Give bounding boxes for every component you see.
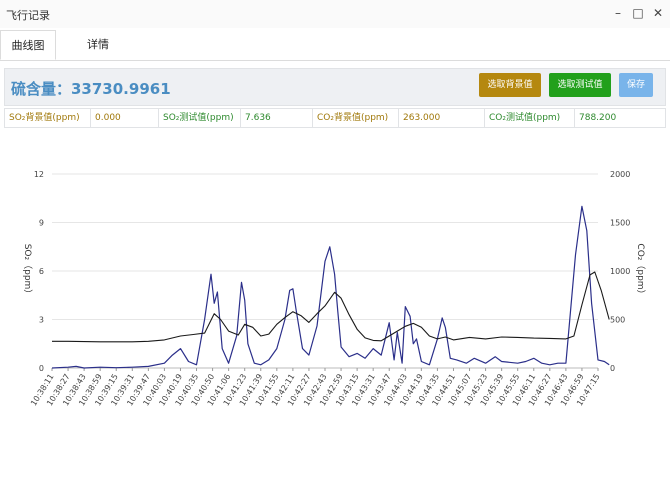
right-tick-label: 0 [610,364,615,373]
right-axis-label: CO₂（ppm） [635,243,646,298]
left-tick-label: 6 [39,267,44,276]
co2-background-value: 263.000 [399,109,485,127]
tab-chart[interactable]: 曲线图 [0,30,56,60]
left-tick-label: 0 [39,364,44,373]
tab-bar: 曲线图 详情 [0,30,670,61]
window-controls: – □ ✕ [610,5,666,21]
so2-series-line [51,205,610,369]
title-bar: 飞行记录 – □ ✕ [0,0,670,28]
left-tick-label: 3 [39,316,44,325]
right-tick-label: 1500 [610,219,630,228]
save-button[interactable]: 保存 [619,73,653,97]
select-test-button[interactable]: 选取测试值 [549,73,611,97]
so2-background-value: 0.000 [91,109,159,127]
co2-test-label: CO₂测试值(ppm) [485,109,575,127]
tab-details[interactable]: 详情 [78,30,118,60]
select-background-button[interactable]: 选取背景值 [479,73,541,97]
co2-background-label: CO₂背景值(ppm) [313,109,399,127]
right-tick-label: 2000 [610,170,630,179]
summary-panel: 硫含量：33730.9961 选取背景值 选取测试值 保存 [4,68,666,106]
right-tick-label: 1000 [610,267,630,276]
so2-test-label: SO₂测试值(ppm) [159,109,241,127]
left-axis-label: SO₂（ppm） [22,244,33,299]
sulfur-content-label: 硫含量：33730.9961 [11,80,171,98]
minimize-icon[interactable]: – [610,5,626,21]
so2-test-value: 7.636 [241,109,313,127]
co2-series-line [52,271,610,343]
so2-background-label: SO₂背景值(ppm) [5,109,91,127]
readings-table: SO₂背景值(ppm) 0.000 SO₂测试值(ppm) 7.636 CO₂背… [4,108,666,128]
left-tick-label: 9 [39,219,44,228]
concentration-chart: 036912050010001500200010:38:1110:38:2710… [22,170,646,408]
co2-test-value: 788.200 [579,113,617,123]
left-tick-label: 12 [34,170,44,179]
window-title: 飞行记录 [6,9,50,22]
maximize-icon[interactable]: □ [630,5,646,21]
right-tick-label: 500 [610,316,625,325]
close-icon[interactable]: ✕ [650,5,666,21]
